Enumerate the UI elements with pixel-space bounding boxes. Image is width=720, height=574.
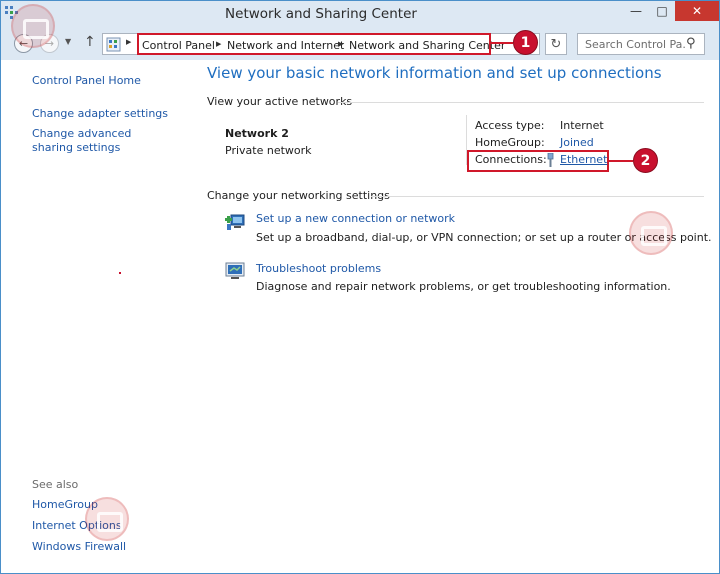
network-category: Private network — [225, 144, 312, 157]
page-heading: View your basic network information and … — [207, 64, 662, 82]
callout-badge-2: 2 — [633, 148, 658, 173]
breadcrumb-separator-icon[interactable]: ▶ — [338, 40, 343, 48]
title-bar: Network and Sharing Center — □ ✕ — [1, 1, 719, 28]
windows-firewall-link[interactable]: Windows Firewall — [32, 540, 126, 553]
ethernet-connection-link[interactable]: Ethernet — [560, 153, 607, 166]
refresh-icon[interactable]: ↻ — [545, 33, 567, 55]
up-arrow-icon[interactable]: ↑ — [84, 34, 96, 50]
breadcrumb-separator-icon: ▶ — [126, 38, 132, 46]
red-dot — [119, 272, 121, 274]
callout-connector — [609, 160, 633, 162]
control-panel-home-link[interactable]: Control Panel Home — [32, 74, 141, 87]
change-networking-settings-heading: Change your networking settings — [207, 189, 390, 202]
breadcrumb-network-and-sharing-center[interactable]: Network and Sharing Center — [349, 39, 505, 52]
access-type-label: Access type: — [475, 119, 545, 132]
breadcrumb-control-panel[interactable]: Control Panel — [142, 39, 215, 52]
address-bar[interactable]: ▶ Control Panel ▶ Network and Internet ▶… — [102, 33, 540, 55]
search-icon[interactable]: ⚲ — [686, 36, 696, 51]
section-divider — [371, 196, 704, 197]
section-divider — [338, 102, 704, 103]
watermark-logo — [85, 497, 129, 541]
troubleshoot-icon — [225, 262, 245, 279]
access-type-value: Internet — [560, 119, 604, 132]
close-button[interactable]: ✕ — [675, 1, 719, 21]
network-setup-icon — [225, 214, 245, 230]
callout-connector — [489, 42, 513, 44]
troubleshoot-description: Diagnose and repair network problems, or… — [256, 280, 671, 293]
watermark-logo — [11, 4, 55, 48]
homegroup-joined-link[interactable]: Joined — [560, 136, 594, 149]
ethernet-plug-icon — [547, 153, 554, 167]
set-up-new-connection-link[interactable]: Set up a new connection or network — [256, 212, 455, 225]
network-name: Network 2 — [225, 127, 289, 140]
breadcrumb-separator-icon[interactable]: ▶ — [216, 40, 221, 48]
window-title: Network and Sharing Center — [225, 6, 417, 22]
see-also-heading: See also — [32, 478, 79, 491]
control-panel-icon — [106, 37, 121, 52]
troubleshoot-problems-link[interactable]: Troubleshoot problems — [256, 262, 381, 275]
minimize-button[interactable]: — — [623, 1, 649, 21]
watermark-logo — [629, 211, 673, 255]
callout-badge-1: 1 — [513, 30, 538, 55]
navigation-bar: ← → ▼ ↑ ▶ Control Panel ▶ Network and In… — [1, 28, 719, 60]
connections-label: Connections: — [475, 153, 547, 166]
window: Network and Sharing Center — □ ✕ ← → ▼ ↑… — [0, 0, 720, 574]
breadcrumb-highlight: Control Panel ▶ Network and Internet ▶ N… — [137, 33, 505, 55]
search-input[interactable] — [578, 34, 686, 54]
change-advanced-sharing-settings-link[interactable]: Change advanced sharing settings — [32, 127, 172, 155]
homegroup-label: HomeGroup: — [475, 136, 545, 149]
search-box[interactable]: ⚲ — [577, 33, 705, 55]
maximize-button[interactable]: □ — [649, 1, 675, 21]
change-adapter-settings-link[interactable]: Change adapter settings — [32, 107, 168, 120]
recent-locations-chevron-icon[interactable]: ▼ — [65, 37, 71, 46]
active-networks-heading: View your active networks — [207, 95, 353, 108]
breadcrumb-network-and-internet[interactable]: Network and Internet — [227, 39, 344, 52]
